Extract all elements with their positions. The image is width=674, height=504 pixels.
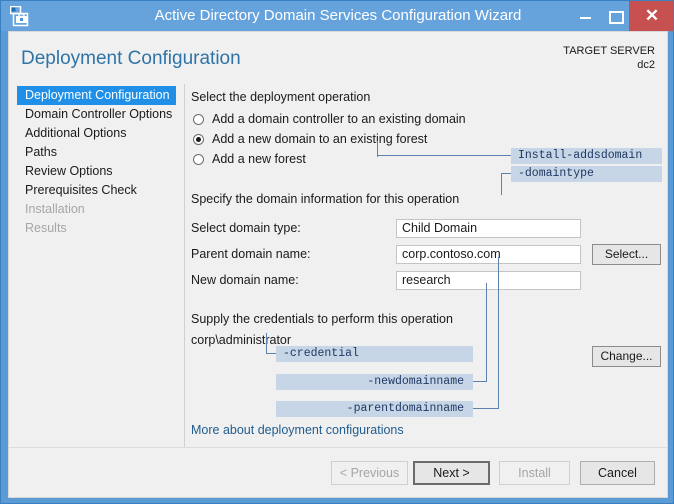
target-server-name: dc2 xyxy=(563,58,655,72)
change-button[interactable]: Change... xyxy=(592,346,661,367)
credentials-heading: Supply the credentials to perform this o… xyxy=(191,312,453,326)
parent-domain-name-input[interactable]: corp.contoso.com xyxy=(396,245,581,264)
radio-label: Add a new forest xyxy=(212,151,306,168)
minimize-button[interactable] xyxy=(571,1,599,31)
parent-domain-name-label: Parent domain name: xyxy=(191,247,311,261)
radio-icon-selected xyxy=(193,134,204,145)
select-button[interactable]: Select... xyxy=(592,244,661,265)
sidebar-item-domain-controller-options[interactable]: Domain Controller Options xyxy=(17,105,176,124)
close-button[interactable]: ✕ xyxy=(629,1,674,31)
radio-icon xyxy=(193,154,204,165)
new-domain-name-input[interactable]: research xyxy=(396,271,581,290)
new-domain-name-label: New domain name: xyxy=(191,273,299,287)
sidebar-item-deployment-configuration[interactable]: Deployment Configuration xyxy=(17,86,176,105)
more-about-deployment-configurations-link[interactable]: More about deployment configurations xyxy=(191,423,404,437)
sidebar-item-review-options[interactable]: Review Options xyxy=(17,162,176,181)
cancel-button[interactable]: Cancel xyxy=(580,461,655,485)
sidebar-item-label: Installation xyxy=(25,202,85,216)
minimize-icon xyxy=(580,17,591,19)
sidebar-item-results: Results xyxy=(17,219,176,238)
sidebar-item-paths[interactable]: Paths xyxy=(17,143,176,162)
install-button: Install xyxy=(499,461,570,485)
sidebar-item-label: Results xyxy=(25,221,67,235)
radio-label: Add a domain controller to an existing d… xyxy=(212,111,466,128)
close-icon: ✕ xyxy=(629,1,674,31)
sidebar-item-prerequisites-check[interactable]: Prerequisites Check xyxy=(17,181,176,200)
sidebar-item-label: Deployment Configuration xyxy=(25,88,170,102)
page-title: Deployment Configuration xyxy=(21,48,241,70)
maximize-button[interactable] xyxy=(601,1,629,31)
operation-heading: Select the deployment operation xyxy=(191,90,370,104)
radio-icon xyxy=(193,114,204,125)
select-domain-type-input[interactable]: Child Domain xyxy=(396,219,581,238)
sidebar-item-label: Review Options xyxy=(25,164,113,178)
sidebar-item-label: Domain Controller Options xyxy=(25,107,172,121)
wizard-sidebar: Deployment Configuration Domain Controll… xyxy=(9,84,185,447)
next-button[interactable]: Next > xyxy=(413,461,490,485)
wizard-footer: < Previous Next > Install Cancel xyxy=(9,447,667,498)
maximize-icon xyxy=(609,11,624,24)
select-domain-type-label: Select domain type: xyxy=(191,221,301,235)
sidebar-item-installation: Installation xyxy=(17,200,176,219)
content-area: Select the deployment operation Add a do… xyxy=(185,84,667,447)
sidebar-item-label: Paths xyxy=(25,145,57,159)
wizard-window: Active Directory Domain Services Configu… xyxy=(0,0,674,504)
domain-info-heading: Specify the domain information for this … xyxy=(191,192,459,206)
page-header: Deployment Configuration TARGET SERVER d… xyxy=(9,32,667,84)
title-bar: Active Directory Domain Services Configu… xyxy=(1,1,674,31)
credentials-value: corp\administrator xyxy=(191,333,291,347)
radio-label: Add a new domain to an existing forest xyxy=(212,131,427,148)
sidebar-item-label: Prerequisites Check xyxy=(25,183,137,197)
wizard-panel: Deployment Configuration TARGET SERVER d… xyxy=(8,31,668,498)
target-server-info: TARGET SERVER dc2 xyxy=(563,44,655,72)
target-server-label: TARGET SERVER xyxy=(563,44,655,58)
sidebar-item-label: Additional Options xyxy=(25,126,126,140)
previous-button: < Previous xyxy=(331,461,408,485)
sidebar-item-additional-options[interactable]: Additional Options xyxy=(17,124,176,143)
